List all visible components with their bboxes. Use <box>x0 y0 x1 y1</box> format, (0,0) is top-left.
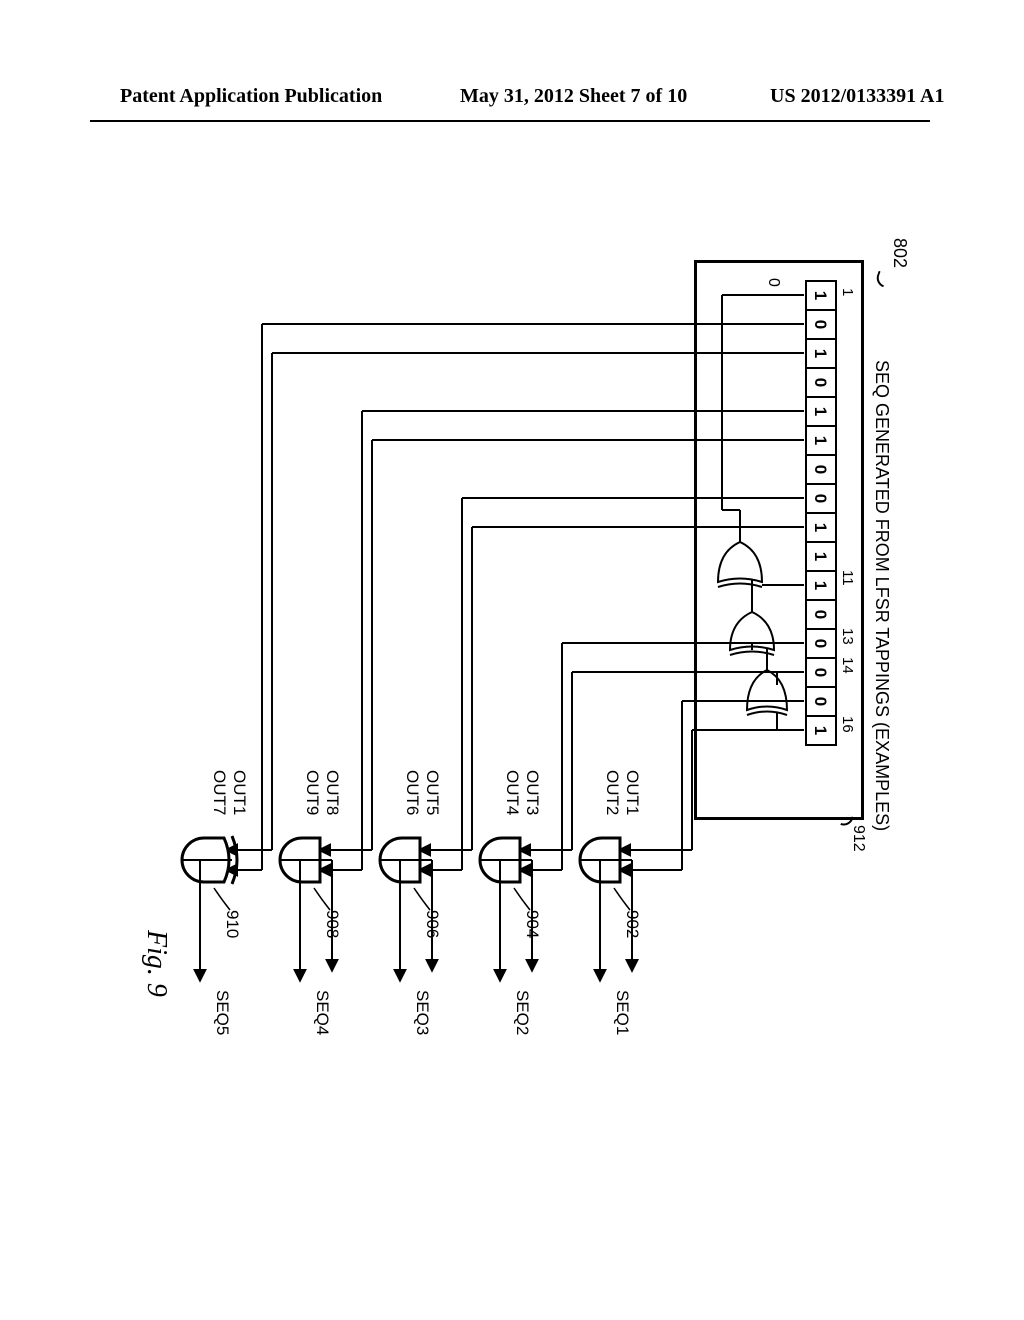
ref-802: 802 <box>889 238 910 268</box>
out-label: OUT2 <box>602 770 622 815</box>
out-label: OUT4 <box>502 770 522 815</box>
gate-ref: 906 <box>422 910 442 938</box>
header-left: Patent Application Publication <box>120 85 382 108</box>
seq-label: SEQ4 <box>312 990 332 1035</box>
seq-label: SEQ3 <box>412 990 432 1035</box>
out-label: OUT6 <box>402 770 422 815</box>
out-label: OUT8 <box>322 770 342 815</box>
out-label: OUT9 <box>302 770 322 815</box>
gate-ref: 908 <box>322 910 342 938</box>
gate-ref: 910 <box>222 910 242 938</box>
seq-label: SEQ5 <box>212 990 232 1035</box>
wiring <box>132 210 892 1110</box>
seq-label: SEQ1 <box>612 990 632 1035</box>
header-mid: May 31, 2012 Sheet 7 of 10 <box>460 85 687 108</box>
out-label: OUT1 <box>622 770 642 815</box>
out-label: OUT1 <box>229 770 249 815</box>
gate-ref: 904 <box>522 910 542 938</box>
figure-9: SEQ GENERATED FROM LFSR TAPPINGS (EXAMPL… <box>132 210 892 1110</box>
figure-label: Fig. 9 <box>140 930 172 997</box>
out-label: OUT7 <box>209 770 229 815</box>
seq-label: SEQ2 <box>512 990 532 1035</box>
header-rule <box>90 120 930 122</box>
header-right: US 2012/0133391 A1 <box>770 85 944 108</box>
out-label: OUT3 <box>522 770 542 815</box>
out-label: OUT5 <box>422 770 442 815</box>
gate-ref: 902 <box>622 910 642 938</box>
